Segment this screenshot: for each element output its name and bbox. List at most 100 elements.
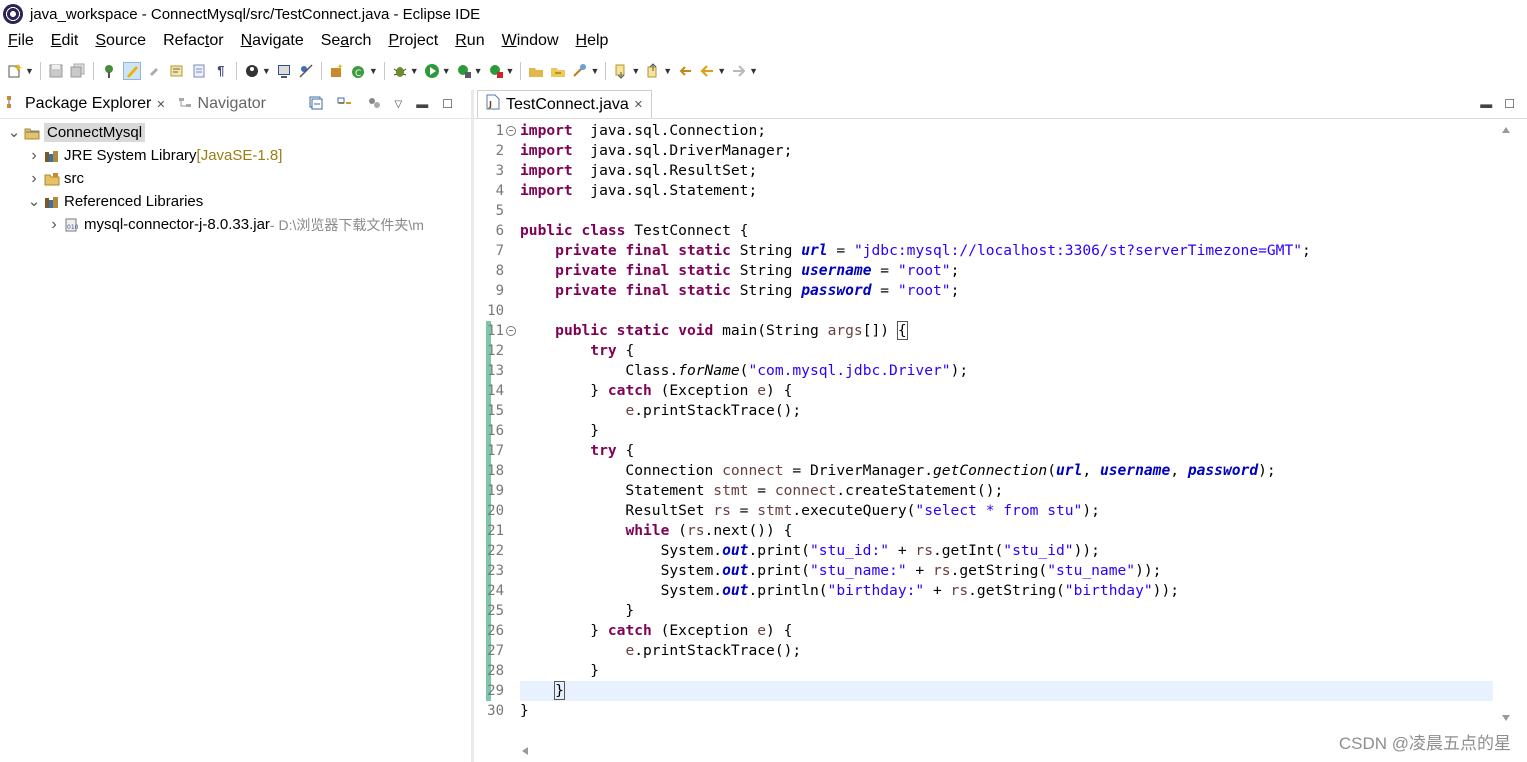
code-line[interactable]: public class TestConnect {: [520, 221, 1493, 241]
tab-package-explorer[interactable]: Package Explorer ✕: [0, 90, 172, 118]
fold-collapse-icon[interactable]: −: [506, 326, 516, 336]
debug-icon[interactable]: [392, 63, 408, 79]
chevron-down-icon[interactable]: ⌄: [7, 125, 21, 140]
previous-annotation-icon[interactable]: [645, 63, 661, 79]
back-icon[interactable]: [699, 63, 715, 79]
menu-item[interactable]: File: [0, 32, 43, 50]
tree-item[interactable]: ⌄ Referenced Libraries: [0, 190, 471, 213]
code-line[interactable]: e.printStackTrace();: [520, 401, 1493, 421]
code-line[interactable]: import java.sql.ResultSet;: [520, 161, 1493, 181]
link-with-editor-icon[interactable]: [337, 96, 353, 113]
mark-occurrences-icon[interactable]: [122, 62, 141, 80]
code-line[interactable]: System.out.println("birthday:" + rs.getS…: [520, 581, 1493, 601]
code-line[interactable]: private final static String password = "…: [520, 281, 1493, 301]
code-line[interactable]: Statement stmt = connect.createStatement…: [520, 481, 1493, 501]
chevron-right-icon[interactable]: ›: [27, 147, 41, 164]
tab-testconnect-java[interactable]: J TestConnect.java ✕: [477, 90, 652, 118]
save-icon[interactable]: [48, 63, 64, 79]
code-line[interactable]: ResultSet rs = stmt.executeQuery("select…: [520, 501, 1493, 521]
code-line[interactable]: }: [520, 681, 1493, 701]
code-line[interactable]: public static void main(String args[]) {: [520, 321, 1493, 341]
forward-dropdown-icon[interactable]: ▼: [749, 66, 758, 76]
maximize-icon[interactable]: ☐: [1504, 97, 1515, 111]
open-task-icon[interactable]: [550, 63, 566, 79]
toggle-breadcrumb-icon[interactable]: [101, 63, 117, 79]
skip-breakpoints-icon[interactable]: [298, 63, 314, 79]
code-line[interactable]: }: [520, 421, 1493, 441]
new-icon[interactable]: [7, 63, 23, 79]
minimize-icon[interactable]: ▬: [416, 97, 428, 111]
code-line[interactable]: e.printStackTrace();: [520, 641, 1493, 661]
menu-item[interactable]: Edit: [43, 32, 88, 50]
code-line[interactable]: try {: [520, 441, 1493, 461]
code-line[interactable]: private final static String url = "jdbc:…: [520, 241, 1493, 261]
menu-item[interactable]: Source: [87, 32, 155, 50]
coverage-dropdown-icon[interactable]: ▼: [474, 66, 483, 76]
menu-item[interactable]: Help: [568, 32, 618, 50]
code-line[interactable]: System.out.print("stu_id:" + rs.getInt("…: [520, 541, 1493, 561]
search-dropdown-icon[interactable]: ▼: [590, 66, 599, 76]
source-text[interactable]: import java.sql.Connection; import java.s…: [520, 121, 1493, 721]
chevron-right-icon[interactable]: ›: [47, 216, 61, 233]
code-line[interactable]: }: [520, 701, 1493, 721]
code-line[interactable]: }: [520, 601, 1493, 621]
show-whitespace-icon[interactable]: [191, 63, 207, 79]
close-icon[interactable]: ✕: [634, 98, 643, 111]
back-dropdown-icon[interactable]: ▼: [717, 66, 726, 76]
code-line[interactable]: private final static String username = "…: [520, 261, 1493, 281]
block-selection-icon[interactable]: [147, 63, 163, 79]
new-java-package-icon[interactable]: [329, 63, 345, 79]
run-icon[interactable]: [424, 63, 440, 79]
save-all-icon[interactable]: [70, 63, 86, 79]
menu-item[interactable]: Navigate: [233, 32, 313, 50]
tree-item[interactable]: › src: [0, 167, 471, 190]
menu-item[interactable]: Search: [313, 32, 381, 50]
menu-item[interactable]: Run: [447, 32, 493, 50]
code-line[interactable]: while (rs.next()) {: [520, 521, 1493, 541]
external-tools-dropdown-icon[interactable]: ▼: [506, 66, 515, 76]
tree-item[interactable]: ⌄ ConnectMysql: [0, 121, 471, 144]
code-line[interactable]: Connection connect = DriverManager.getCo…: [520, 461, 1493, 481]
maximize-icon[interactable]: ☐: [442, 97, 453, 111]
console-icon[interactable]: [276, 63, 292, 79]
vertical-scrollbar[interactable]: [1499, 121, 1513, 751]
fold-collapse-icon[interactable]: −: [506, 126, 516, 136]
tab-navigator[interactable]: Navigator: [172, 90, 272, 118]
pilcrow-icon[interactable]: ¶: [213, 63, 229, 79]
open-type-icon[interactable]: [528, 63, 544, 79]
code-line[interactable]: import java.sql.Connection;: [520, 121, 1493, 141]
menu-item[interactable]: Project: [380, 32, 447, 50]
next-annotation-dropdown-icon[interactable]: ▼: [631, 66, 640, 76]
menu-item[interactable]: Window: [494, 32, 568, 50]
tree-item[interactable]: › JRE System Library [JavaSE-1.8]: [0, 144, 471, 167]
menu-item[interactable]: Refactor: [155, 32, 232, 50]
code-line[interactable]: } catch (Exception e) {: [520, 381, 1493, 401]
run-dropdown-icon[interactable]: ▼: [442, 66, 451, 76]
tree-item[interactable]: › 010 mysql-connector-j-8.0.33.jar - D:\浏览…: [0, 213, 471, 236]
run-last-tool-dropdown-icon[interactable]: ▼: [262, 66, 271, 76]
close-icon[interactable]: ✕: [156, 98, 165, 111]
code-line[interactable]: import java.sql.Statement;: [520, 181, 1493, 201]
code-area[interactable]: 1−2 3 4 5 6 7 8 9 10 11−12 13 14 15 16 17 18 19 20 21 22 23 2…: [474, 121, 1527, 762]
debug-dropdown-icon[interactable]: ▼: [410, 66, 419, 76]
code-line[interactable]: }: [520, 661, 1493, 681]
search-toolbar-icon[interactable]: [572, 63, 588, 79]
minimize-icon[interactable]: ▬: [1480, 97, 1492, 111]
code-line[interactable]: [520, 201, 1493, 221]
view-menu-icon[interactable]: ▽: [395, 99, 403, 110]
word-wrap-icon[interactable]: [169, 63, 185, 79]
code-line[interactable]: [520, 301, 1493, 321]
chevron-right-icon[interactable]: ›: [27, 170, 41, 187]
code-line[interactable]: Class.forName("com.mysql.jdbc.Driver");: [520, 361, 1493, 381]
new-dropdown-icon[interactable]: ▼: [25, 66, 34, 76]
new-java-class-dropdown-icon[interactable]: ▼: [369, 66, 378, 76]
code-line[interactable]: System.out.print("stu_name:" + rs.getStr…: [520, 561, 1493, 581]
new-java-class-icon[interactable]: C: [351, 63, 367, 79]
coverage-icon[interactable]: [456, 63, 472, 79]
run-last-tool-icon[interactable]: [244, 63, 260, 79]
code-line[interactable]: } catch (Exception e) {: [520, 621, 1493, 641]
collapse-all-icon[interactable]: [309, 96, 323, 113]
next-annotation-icon[interactable]: [613, 63, 629, 79]
filters-icon[interactable]: [367, 96, 381, 113]
external-tools-icon[interactable]: [488, 63, 504, 79]
